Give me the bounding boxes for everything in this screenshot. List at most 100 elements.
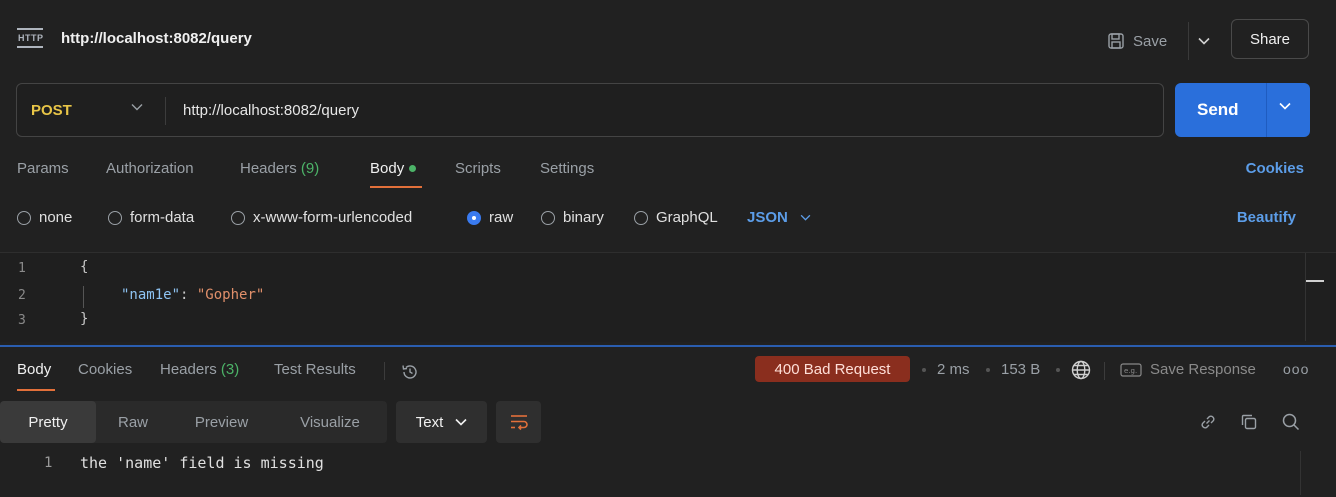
radio-label: x-www-form-urlencoded xyxy=(253,209,413,226)
save-response-button[interactable]: e.g. Save Response xyxy=(1120,361,1256,378)
tab-authorization[interactable]: Authorization xyxy=(106,160,194,177)
tab-params[interactable]: Params xyxy=(17,160,69,177)
search-icon[interactable] xyxy=(1280,411,1302,433)
tab-settings[interactable]: Settings xyxy=(540,160,594,177)
radio-label: GraphQL xyxy=(656,209,718,226)
radio-none[interactable]: none xyxy=(17,209,72,226)
save-response-label: Save Response xyxy=(1150,361,1256,378)
chevron-down-icon xyxy=(800,214,811,221)
response-toolbar: Pretty Raw Preview Visualize Text xyxy=(0,401,1336,443)
tab-body-label: Body xyxy=(370,160,405,177)
svg-text:e.g.: e.g. xyxy=(1124,367,1137,375)
tab-headers-label: Headers xyxy=(240,160,297,177)
radio-circle xyxy=(231,210,245,225)
format-select[interactable]: Text xyxy=(396,401,487,443)
status-badge[interactable]: 400 Bad Request xyxy=(755,356,910,382)
radio-raw[interactable]: raw xyxy=(467,209,513,226)
save-icon xyxy=(1108,33,1124,49)
separator-dot xyxy=(1056,368,1060,372)
view-visualize[interactable]: Visualize xyxy=(273,401,387,443)
request-tabs: Params Authorization Headers (9) Body Sc… xyxy=(0,158,1336,192)
response-headers-count: (3) xyxy=(220,361,240,378)
response-text: the 'name' field is missing xyxy=(80,454,324,472)
line-number: 1 xyxy=(18,261,26,276)
divider xyxy=(1104,362,1105,380)
history-icon[interactable] xyxy=(400,362,420,382)
save-button[interactable]: Save xyxy=(1107,22,1185,60)
chevron-down-icon[interactable] xyxy=(131,103,143,111)
json-colon: : xyxy=(180,287,197,303)
json-key: "nam1e" xyxy=(121,287,181,303)
view-pretty[interactable]: Pretty xyxy=(0,401,96,443)
line-number: 1 xyxy=(44,455,53,471)
code-line: "nam1e": "Gopher" xyxy=(121,287,264,303)
line-number: 3 xyxy=(18,313,26,328)
title-bar: HTTP http://localhost:8082/query Save Sh… xyxy=(0,0,1336,74)
link-icon[interactable] xyxy=(1197,411,1219,433)
divider xyxy=(165,97,166,125)
copy-icon[interactable] xyxy=(1238,411,1260,433)
radio-circle xyxy=(541,210,555,225)
tab-headers[interactable]: Headers (9) xyxy=(240,160,319,177)
save-options-button[interactable] xyxy=(1188,22,1218,60)
view-raw[interactable]: Raw xyxy=(96,401,170,443)
radio-circle xyxy=(17,210,31,225)
response-size[interactable]: 153 B xyxy=(1001,361,1040,378)
radio-form-data[interactable]: form-data xyxy=(108,209,194,226)
radio-label: raw xyxy=(489,209,514,226)
tab-body[interactable]: Body xyxy=(370,160,417,177)
url-bar: POST http://localhost:8082/query xyxy=(16,83,1164,137)
request-body-editor[interactable]: 1 { 2 "nam1e": "Gopher" 3 } xyxy=(0,252,1336,342)
radio-label: form-data xyxy=(130,209,195,226)
send-button[interactable]: Send xyxy=(1175,83,1310,137)
code-line: { xyxy=(80,259,89,275)
url-input[interactable]: http://localhost:8082/query xyxy=(183,102,359,119)
more-options-icon[interactable]: ooo xyxy=(1283,361,1309,377)
pane-splitter[interactable] xyxy=(0,345,1336,347)
tab-response-headers[interactable]: Headers (3) xyxy=(160,361,239,378)
radio-binary[interactable]: binary xyxy=(541,209,604,226)
json-value: "Gopher" xyxy=(196,287,265,303)
response-time[interactable]: 2 ms xyxy=(937,361,970,378)
scrollbar-thumb[interactable] xyxy=(1306,280,1324,282)
radio-graphql[interactable]: GraphQL xyxy=(634,209,718,226)
response-view-selector: Pretty Raw Preview Visualize xyxy=(0,401,387,443)
tab-scripts[interactable]: Scripts xyxy=(455,160,501,177)
tab-response-cookies[interactable]: Cookies xyxy=(78,361,132,378)
share-button[interactable]: Share xyxy=(1231,19,1309,59)
save-label: Save xyxy=(1133,32,1168,50)
radio-label: none xyxy=(39,209,73,226)
wrap-lines-button[interactable] xyxy=(496,401,541,443)
chevron-down-icon xyxy=(1197,37,1210,45)
language-label: JSON xyxy=(747,209,788,226)
tab-test-results[interactable]: Test Results xyxy=(274,361,356,378)
view-preview[interactable]: Preview xyxy=(170,401,273,443)
radio-circle xyxy=(467,210,481,225)
scrollbar-track[interactable] xyxy=(1305,253,1306,341)
method-select[interactable]: POST xyxy=(31,102,72,119)
radio-label: binary xyxy=(563,209,604,226)
beautify-button[interactable]: Beautify xyxy=(1237,209,1296,226)
scrollbar-track[interactable] xyxy=(1300,451,1301,495)
language-select[interactable]: JSON xyxy=(747,209,811,226)
separator-dot xyxy=(922,368,926,372)
radio-circle xyxy=(108,210,122,225)
tab-response-body[interactable]: Body xyxy=(17,361,51,378)
active-tab-indicator xyxy=(370,186,422,188)
tab-response-headers-label: Headers xyxy=(160,361,217,378)
wrap-icon xyxy=(510,415,528,431)
active-tab-indicator xyxy=(17,389,55,391)
cookies-link[interactable]: Cookies xyxy=(1246,160,1304,177)
format-label: Text xyxy=(415,413,444,431)
chevron-down-icon[interactable] xyxy=(1279,102,1291,110)
radio-urlencoded[interactable]: x-www-form-urlencoded xyxy=(231,209,412,226)
separator-dot xyxy=(986,368,990,372)
request-title[interactable]: http://localhost:8082/query xyxy=(61,30,252,47)
response-body[interactable]: 1 the 'name' field is missing xyxy=(0,447,1336,497)
example-icon: e.g. xyxy=(1120,362,1142,377)
http-icon: HTTP xyxy=(17,28,45,50)
globe-icon[interactable] xyxy=(1070,359,1092,381)
divider xyxy=(384,362,385,380)
modified-dot xyxy=(409,164,417,172)
code-line: } xyxy=(80,311,89,327)
